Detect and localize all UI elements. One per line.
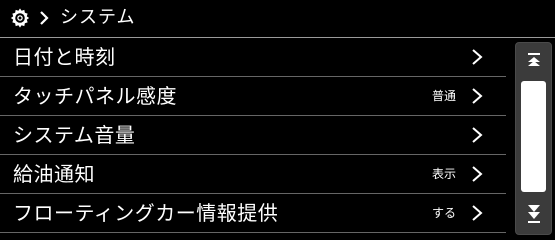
chevron-right-icon bbox=[472, 127, 483, 143]
menu-item-label: 給油通知 bbox=[13, 162, 95, 186]
menu-item-label: システム音量 bbox=[13, 123, 136, 147]
chevron-right-icon bbox=[472, 205, 483, 221]
menu-item-touch-sensitivity[interactable]: タッチパネル感度 普通 bbox=[0, 77, 506, 116]
menu-item-value: 表示 bbox=[431, 167, 456, 181]
scroll-down-icon[interactable] bbox=[526, 203, 542, 225]
settings-list: 日付と時刻 タッチパネル感度 普通 システム音量 給油通知 表示 フローティング… bbox=[0, 38, 506, 233]
menu-item-value: する bbox=[431, 206, 456, 220]
scrollbar-thumb[interactable] bbox=[521, 81, 546, 192]
menu-item-value: 普通 bbox=[431, 89, 456, 103]
header-bar: システム bbox=[0, 0, 555, 36]
gear-icon bbox=[10, 8, 30, 28]
menu-item-system-volume[interactable]: システム音量 bbox=[0, 116, 506, 155]
chevron-right-icon bbox=[472, 88, 483, 104]
menu-item-fuel-notification[interactable]: 給油通知 表示 bbox=[0, 155, 506, 194]
menu-item-label: 日付と時刻 bbox=[13, 45, 116, 69]
menu-item-floating-car-info[interactable]: フローティングカー情報提供 する bbox=[0, 194, 506, 233]
chevron-right-icon bbox=[472, 166, 483, 182]
menu-item-label: タッチパネル感度 bbox=[13, 84, 177, 108]
page-title: システム bbox=[60, 7, 136, 28]
menu-item-label: フローティングカー情報提供 bbox=[13, 201, 279, 225]
chevron-right-icon bbox=[472, 49, 483, 65]
scrollbar[interactable] bbox=[515, 42, 552, 235]
scroll-top-icon[interactable] bbox=[527, 52, 541, 68]
menu-item-date-time[interactable]: 日付と時刻 bbox=[0, 38, 506, 77]
chevron-right-icon bbox=[40, 11, 49, 25]
